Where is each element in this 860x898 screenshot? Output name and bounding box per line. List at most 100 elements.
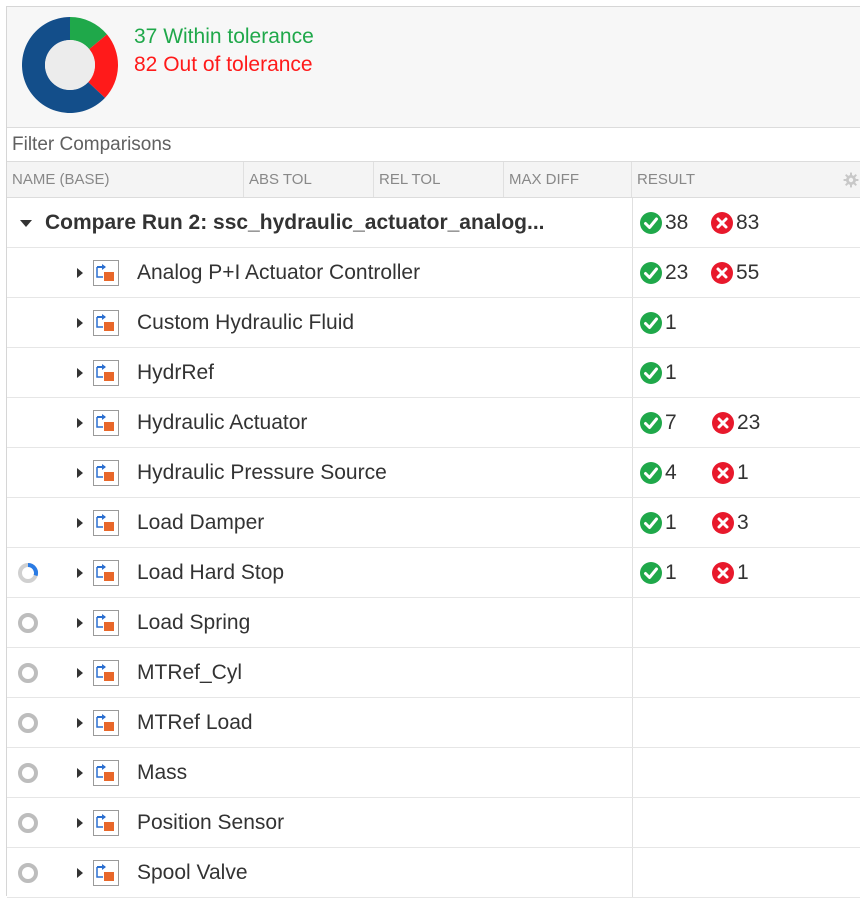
tree-row-label: Load Damper bbox=[137, 511, 265, 534]
fail-x-icon bbox=[712, 562, 734, 584]
tree-row[interactable]: Spool Valve bbox=[7, 848, 860, 898]
pending-circle-icon bbox=[17, 762, 39, 784]
expand-caret-icon[interactable] bbox=[77, 518, 83, 528]
tree-row[interactable]: HydrRef 1 bbox=[7, 348, 860, 398]
column-max-diff[interactable]: MAX DIFF bbox=[504, 162, 632, 197]
pass-check-icon bbox=[640, 412, 662, 434]
column-divider bbox=[632, 848, 633, 897]
subsystem-block-icon bbox=[93, 360, 119, 386]
fail-x-icon bbox=[712, 462, 734, 484]
fail-x-icon bbox=[711, 212, 733, 234]
tree-row[interactable]: Load Spring bbox=[7, 598, 860, 648]
expand-caret-icon[interactable] bbox=[77, 618, 83, 628]
fail-count: 1 bbox=[737, 561, 749, 584]
within-tolerance-label: 37 Within tolerance bbox=[134, 25, 314, 48]
pass-count: 1 bbox=[665, 561, 677, 584]
fail-x-icon bbox=[712, 412, 734, 434]
tree-row-label: Position Sensor bbox=[137, 811, 285, 834]
progress-spinner-icon bbox=[17, 562, 39, 584]
tree-row[interactable]: Custom Hydraulic Fluid 1 bbox=[7, 298, 860, 348]
expand-caret-icon[interactable] bbox=[77, 768, 83, 778]
column-divider bbox=[632, 348, 633, 397]
column-rel-tol[interactable]: REL TOL bbox=[374, 162, 504, 197]
pending-circle-icon bbox=[17, 662, 39, 684]
column-divider bbox=[632, 398, 633, 447]
column-divider bbox=[632, 448, 633, 497]
pass-check-icon bbox=[640, 562, 662, 584]
pass-count: 4 bbox=[665, 461, 677, 484]
comparison-panel: 37 Within tolerance 82 Out of tolerance … bbox=[6, 6, 860, 898]
subsystem-block-icon bbox=[93, 860, 119, 886]
tree-row[interactable]: Hydraulic Actuator 7 23 bbox=[7, 398, 860, 448]
tree-row-label: Hydraulic Pressure Source bbox=[137, 461, 387, 484]
fail-x-icon bbox=[712, 512, 734, 534]
tree-row-root[interactable]: Compare Run 2: ssc_hydraulic_actuator_an… bbox=[7, 198, 860, 248]
pending-circle-icon bbox=[17, 812, 39, 834]
column-divider bbox=[632, 198, 633, 247]
pass-count: 1 bbox=[665, 361, 677, 384]
tree-row[interactable]: MTRef Load bbox=[7, 698, 860, 748]
expand-caret-icon[interactable] bbox=[77, 818, 83, 828]
pass-check-icon bbox=[640, 362, 662, 384]
subsystem-block-icon bbox=[93, 810, 119, 836]
out-of-tolerance-label: 82 Out of tolerance bbox=[134, 53, 313, 76]
pass-count: 1 bbox=[665, 311, 677, 334]
column-result[interactable]: RESULT bbox=[632, 162, 832, 197]
pass-check-icon bbox=[640, 462, 662, 484]
tree-row[interactable]: Load Damper 1 3 bbox=[7, 498, 860, 548]
expand-caret-icon[interactable] bbox=[77, 718, 83, 728]
column-divider bbox=[632, 798, 633, 847]
expand-caret-icon[interactable] bbox=[77, 368, 83, 378]
column-divider bbox=[632, 298, 633, 347]
expand-caret-icon[interactable] bbox=[77, 268, 83, 278]
expand-caret-icon[interactable] bbox=[77, 468, 83, 478]
expand-caret-icon[interactable] bbox=[77, 418, 83, 428]
subsystem-block-icon bbox=[93, 760, 119, 786]
subsystem-block-icon bbox=[93, 260, 119, 286]
subsystem-block-icon bbox=[93, 710, 119, 736]
column-divider bbox=[632, 498, 633, 547]
filter-comparisons-input[interactable] bbox=[7, 128, 612, 161]
fail-count: 1 bbox=[737, 461, 749, 484]
tree-row[interactable]: Hydraulic Pressure Source 4 1 bbox=[7, 448, 860, 498]
tree-row-label: Spool Valve bbox=[137, 861, 248, 884]
fail-count: 83 bbox=[736, 211, 760, 234]
expand-caret-icon[interactable] bbox=[77, 668, 83, 678]
fail-count: 55 bbox=[736, 261, 760, 284]
subsystem-block-icon bbox=[93, 510, 119, 536]
column-divider bbox=[632, 598, 633, 647]
column-divider bbox=[632, 548, 633, 597]
tree-row-label: Load Hard Stop bbox=[137, 561, 285, 584]
tree-row[interactable]: Mass bbox=[7, 748, 860, 798]
column-abs-tol[interactable]: ABS TOL bbox=[244, 162, 374, 197]
tree-row-label: Load Spring bbox=[137, 611, 251, 634]
tree-row[interactable]: Load Hard Stop 1 1 bbox=[7, 548, 860, 598]
pass-check-icon bbox=[640, 312, 662, 334]
pending-circle-icon bbox=[17, 862, 39, 884]
tree-row[interactable]: MTRef_Cyl bbox=[7, 648, 860, 698]
tree-row[interactable]: Position Sensor bbox=[7, 798, 860, 848]
pending-circle-icon bbox=[17, 712, 39, 734]
expand-caret-icon[interactable] bbox=[77, 318, 83, 328]
column-name-base[interactable]: NAME (BASE) bbox=[7, 162, 244, 197]
pass-count: 23 bbox=[665, 261, 689, 284]
tree-row[interactable]: Analog P+I Actuator Controller 23 55 bbox=[7, 248, 860, 298]
gear-icon[interactable] bbox=[843, 172, 859, 188]
subsystem-block-icon bbox=[93, 410, 119, 436]
fail-count: 23 bbox=[737, 411, 761, 434]
expand-caret-icon[interactable] bbox=[77, 868, 83, 878]
fail-x-icon bbox=[711, 262, 733, 284]
tree-row-label: Mass bbox=[137, 761, 188, 784]
collapse-caret-icon[interactable] bbox=[20, 220, 32, 227]
expand-caret-icon[interactable] bbox=[77, 568, 83, 578]
subsystem-block-icon bbox=[93, 460, 119, 486]
column-divider bbox=[632, 748, 633, 797]
pass-check-icon bbox=[640, 262, 662, 284]
pass-check-icon bbox=[640, 212, 662, 234]
pass-count: 1 bbox=[665, 511, 677, 534]
tree-row-label: Hydraulic Actuator bbox=[137, 411, 308, 434]
comparison-summary: 37 Within tolerance 82 Out of tolerance bbox=[7, 7, 860, 128]
tree-row-label: Custom Hydraulic Fluid bbox=[137, 311, 355, 334]
column-header: NAME (BASE) ABS TOL REL TOL MAX DIFF RES… bbox=[7, 162, 860, 198]
tree-row-label: Analog P+I Actuator Controller bbox=[137, 261, 421, 284]
